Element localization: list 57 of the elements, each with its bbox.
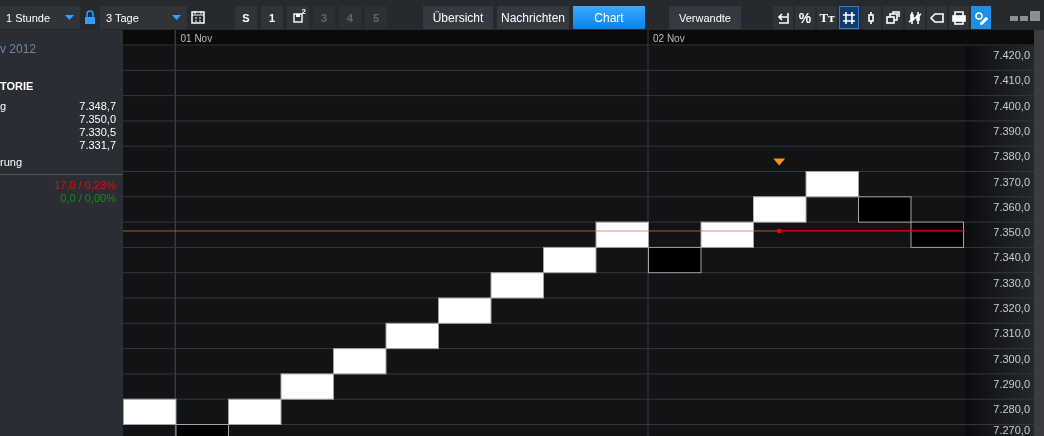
axis-label: 7.330,0	[993, 276, 1030, 289]
axis-label: 7.280,0	[993, 403, 1030, 416]
axis-label: 7.270,0	[993, 424, 1030, 436]
axis-label: 7.300,0	[993, 352, 1030, 365]
range-dropdown[interactable]: 3 Tage	[100, 6, 187, 29]
layers-icon	[886, 10, 900, 25]
date-label: 02 Nov	[653, 33, 685, 44]
row-value: 7.348,7	[79, 99, 116, 112]
axis-label: 7.290,0	[993, 377, 1030, 390]
lock-icon[interactable]	[84, 10, 96, 24]
axis-label: 7.410,0	[993, 74, 1030, 87]
tab[interactable]: Übersicht	[423, 6, 493, 29]
candles-icon	[908, 10, 922, 25]
change-value: 0,0 / 0,00%	[60, 191, 116, 204]
axis-label: 7.320,0	[993, 302, 1030, 314]
row-value: 7.330,5	[79, 125, 116, 138]
row-value: 7.350,0	[79, 112, 116, 125]
related-button[interactable]: Verwandte	[669, 6, 741, 29]
axis-label: 7.370,0	[993, 175, 1030, 188]
interval-dropdown[interactable]: 1 Stunde	[0, 6, 80, 29]
grid-icon	[842, 10, 856, 25]
caret-icon	[65, 15, 74, 20]
tab[interactable]: Nachrichten	[497, 6, 569, 29]
axis-label: 7.340,0	[993, 251, 1030, 264]
caret-icon	[172, 15, 181, 20]
save-slot-button[interactable]: 2	[287, 6, 309, 29]
slot-button[interactable]: 1	[261, 6, 283, 29]
tool-button[interactable]	[839, 6, 859, 29]
tool-button[interactable]	[773, 6, 793, 29]
tool-button[interactable]	[905, 6, 925, 29]
tool-button[interactable]	[861, 6, 881, 29]
back-arrow-icon	[776, 10, 790, 25]
settings-icon	[974, 10, 988, 25]
tool-button[interactable]: %	[795, 6, 815, 29]
section-heading: TORIE	[0, 80, 35, 92]
axis-label: 7.360,0	[993, 200, 1030, 213]
row-value: 7.331,7	[79, 138, 116, 151]
tool-button[interactable]	[949, 6, 969, 29]
axis-label: 7.400,0	[993, 99, 1030, 112]
tool-button[interactable]: Tт	[817, 6, 837, 29]
printer-icon	[952, 10, 966, 25]
tool-button[interactable]	[883, 6, 903, 29]
calendar-icon[interactable]	[191, 10, 205, 24]
slot-button[interactable]: S	[235, 6, 257, 29]
axis-label: 7.310,0	[993, 327, 1030, 340]
section-label: rung	[0, 156, 24, 168]
axis-label: 7.350,0	[993, 226, 1030, 239]
change-value: 17,0 / 0,23%	[54, 178, 116, 191]
date-label: 01 Nov	[180, 33, 213, 44]
axis-label: 7.380,0	[993, 150, 1030, 163]
axis-label: 7.420,0	[993, 49, 1030, 61]
axis-label: 7.390,0	[993, 124, 1030, 137]
row-label: g	[0, 99, 7, 112]
save-icon	[293, 12, 303, 23]
tag-icon	[930, 10, 944, 25]
tool-button[interactable]	[927, 6, 947, 29]
date-text: v 2012	[0, 42, 38, 56]
